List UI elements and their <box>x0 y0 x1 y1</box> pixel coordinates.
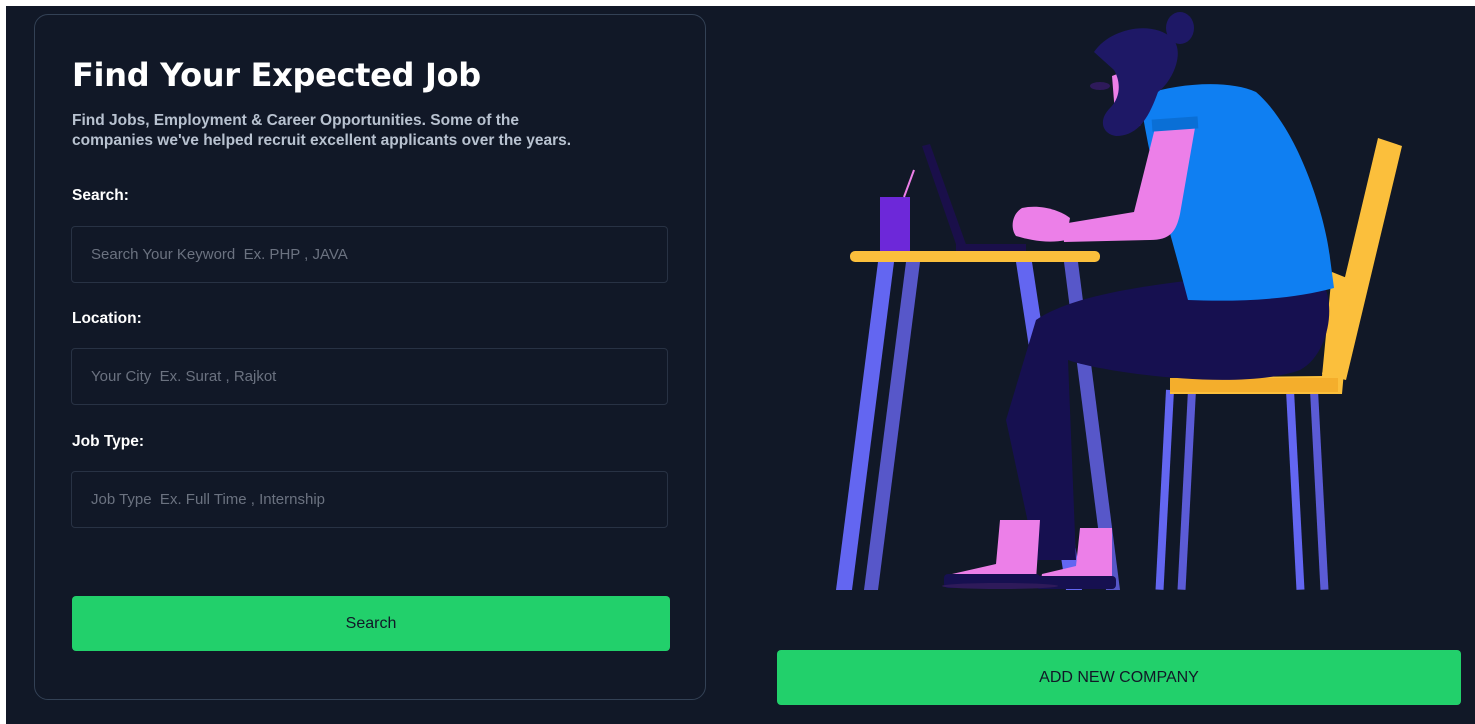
location-input[interactable] <box>71 348 668 405</box>
search-label: Search: <box>72 187 129 204</box>
page-subtitle: Find Jobs, Employment & Career Opportuni… <box>72 111 672 151</box>
cup-icon <box>880 169 915 251</box>
person-working-on-laptop-illustration <box>836 12 1402 590</box>
add-new-company-button[interactable]: ADD NEW COMPANY <box>777 650 1461 705</box>
search-input[interactable] <box>71 226 668 283</box>
subtitle-line-2: companies we've helped recruit excellent… <box>72 132 572 149</box>
job-type-input[interactable] <box>71 471 668 528</box>
page-title: Find Your Expected Job <box>72 56 481 94</box>
person-feet <box>942 520 1116 589</box>
person-arm <box>1012 116 1199 242</box>
search-button[interactable]: Search <box>72 596 670 651</box>
subtitle-line-1: Find Jobs, Employment & Career Opportuni… <box>72 112 519 129</box>
location-label: Location: <box>72 310 142 327</box>
job-type-label: Job Type: <box>72 433 145 450</box>
laptop-icon <box>922 144 1026 251</box>
